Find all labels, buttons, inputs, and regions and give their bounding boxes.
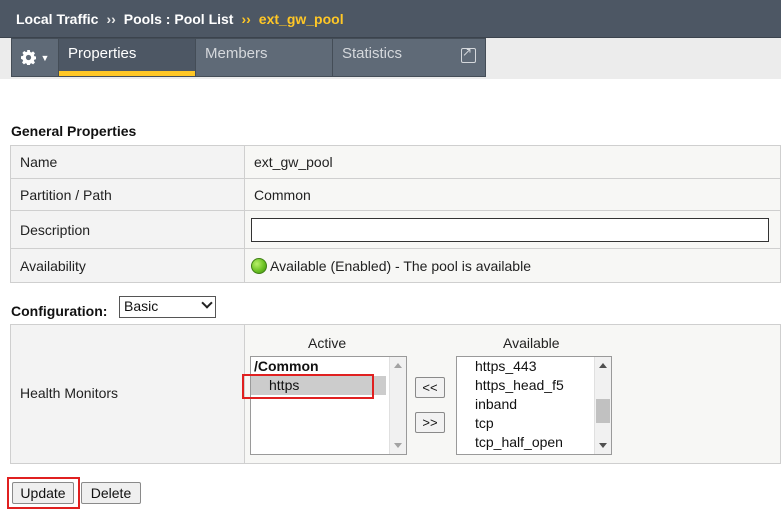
availability-value: Available (Enabled) - The pool is availa…: [270, 257, 531, 274]
partition-value: Common: [244, 178, 781, 211]
availability-label: Availability: [10, 248, 245, 283]
list-item[interactable]: https_443: [457, 357, 611, 376]
breadcrumb-separator: ››: [106, 10, 116, 27]
table-row: Partition / Path Common: [10, 178, 781, 211]
configuration-select[interactable]: Basic: [119, 296, 216, 318]
highlight-box-https: [242, 374, 374, 399]
active-heading: Active: [308, 335, 347, 351]
table-row: Availability Available (Enabled) - The p…: [10, 248, 781, 283]
description-input[interactable]: [251, 217, 769, 242]
table-row: Name ext_gw_pool: [10, 145, 781, 179]
available-heading: Available: [503, 335, 560, 351]
tab-members-label: Members: [205, 45, 268, 62]
availability-cell: Available (Enabled) - The pool is availa…: [244, 248, 781, 283]
configuration-label: Configuration:: [11, 303, 108, 319]
scroll-up-icon[interactable]: [394, 363, 402, 368]
tab-statistics-label: Statistics: [342, 45, 403, 62]
name-label: Name: [10, 145, 245, 179]
scroll-down-icon[interactable]: [394, 443, 402, 448]
remove-monitor-button[interactable]: >>: [415, 412, 445, 433]
chevron-down-icon: [201, 297, 213, 309]
highlight-box-update: [7, 477, 80, 509]
breadcrumb: Local Traffic ›› Pools : Pool List ›› ex…: [0, 0, 781, 38]
gear-icon: [20, 50, 36, 65]
tab-members[interactable]: Members: [196, 38, 333, 77]
name-value: ext_gw_pool: [244, 145, 781, 179]
health-monitors-row: Health Monitors Active Available /Common…: [10, 324, 781, 464]
scrollbar[interactable]: [389, 357, 406, 454]
tab-bar: ▼ Properties Members Statistics: [0, 38, 781, 79]
description-cell: [244, 210, 781, 249]
tab-properties[interactable]: Properties: [59, 38, 196, 77]
status-available-icon: [251, 257, 267, 274]
breadcrumb-current: ext_gw_pool: [258, 10, 344, 27]
description-label: Description: [10, 210, 245, 249]
table-row: Description: [10, 210, 781, 249]
list-item[interactable]: https_head_f5: [457, 376, 611, 395]
delete-button[interactable]: Delete: [81, 482, 141, 504]
scroll-down-icon[interactable]: [599, 443, 607, 448]
active-monitors-list[interactable]: /Common https: [250, 356, 407, 455]
popout-icon[interactable]: [461, 45, 476, 63]
section-title-general: General Properties: [11, 123, 137, 139]
general-properties-table: Name ext_gw_pool Partition / Path Common…: [10, 145, 781, 283]
add-monitor-button[interactable]: <<: [415, 377, 445, 398]
scrollbar[interactable]: [594, 357, 611, 454]
health-monitors-label: Health Monitors: [11, 325, 245, 463]
available-monitors-list[interactable]: https_443 https_head_f5 inband tcp tcp_h…: [456, 356, 612, 455]
settings-menu-button[interactable]: ▼: [11, 38, 59, 77]
breadcrumb-pool-list[interactable]: Pools : Pool List: [124, 11, 234, 27]
list-item[interactable]: tcp: [457, 414, 611, 433]
chevron-down-icon: ▼: [40, 52, 50, 63]
scrollbar-thumb[interactable]: [596, 399, 610, 423]
tab-properties-label: Properties: [68, 45, 137, 62]
list-item[interactable]: tcp_half_open: [457, 433, 611, 452]
configuration-selected-value: Basic: [124, 298, 159, 314]
breadcrumb-local-traffic[interactable]: Local Traffic: [16, 11, 98, 27]
scroll-up-icon[interactable]: [599, 363, 607, 368]
partition-label: Partition / Path: [10, 178, 245, 211]
breadcrumb-separator: ››: [241, 10, 251, 27]
tab-statistics[interactable]: Statistics: [333, 38, 486, 77]
list-item[interactable]: inband: [457, 395, 611, 414]
active-tab-indicator: [59, 71, 195, 76]
